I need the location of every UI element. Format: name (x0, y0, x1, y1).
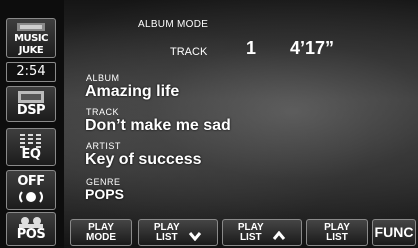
play-list-down-button[interactable]: PLAY LIST (138, 219, 218, 246)
dsp-icon (18, 91, 44, 103)
genre-value: POPS (85, 186, 124, 202)
off-label: OFF (17, 174, 45, 189)
eq-label: EQ (21, 147, 41, 162)
track-time: 4’17” (290, 38, 335, 58)
music-juke-label-2: JUKE (18, 45, 44, 56)
music-juke-icon (17, 23, 45, 31)
album-mode-title: ALBUM MODE (138, 19, 209, 30)
clock: 2:54 (6, 62, 56, 82)
play-list-up-label-2: LIST (239, 232, 262, 243)
track-number: 1 (246, 38, 257, 58)
track-caption: TRACK (86, 107, 120, 117)
play-list-down-label-2: LIST (155, 232, 178, 243)
music-juke-button[interactable]: MUSIC JUKE (6, 18, 56, 58)
play-list-button[interactable]: PLAY LIST (306, 219, 368, 246)
func-button[interactable]: FUNC (372, 219, 416, 246)
play-mode-button[interactable]: PLAY MODE (70, 219, 132, 246)
pos-button[interactable]: POS (6, 212, 56, 246)
album-caption: ALBUM (86, 73, 120, 83)
pos-label: POS (16, 227, 46, 242)
music-juke-label-1: MUSIC (14, 33, 48, 44)
equalizer-icon (20, 134, 41, 148)
album-value: Amazing life (85, 83, 180, 100)
eq-button[interactable]: EQ (6, 128, 56, 166)
dsp-button[interactable]: DSP (6, 86, 56, 122)
artist-value: Key of success (85, 151, 202, 168)
track-title-value: Don’t make me sad (85, 117, 231, 134)
play-list-label-2: LIST (326, 232, 348, 243)
artist-caption: ARTIST (86, 141, 121, 151)
sidebar: MUSIC JUKE 2:54 DSP EQ OFF POS (0, 0, 64, 248)
chevron-down-icon (188, 231, 202, 241)
play-mode-label-2: MODE (86, 232, 116, 243)
track-label: TRACK (170, 46, 208, 58)
play-list-up-button[interactable]: PLAY LIST (222, 219, 302, 246)
speaker-wave-icon (19, 191, 43, 203)
off-button[interactable]: OFF (6, 170, 56, 210)
chevron-up-icon (272, 230, 286, 240)
dsp-label: DSP (16, 103, 46, 118)
